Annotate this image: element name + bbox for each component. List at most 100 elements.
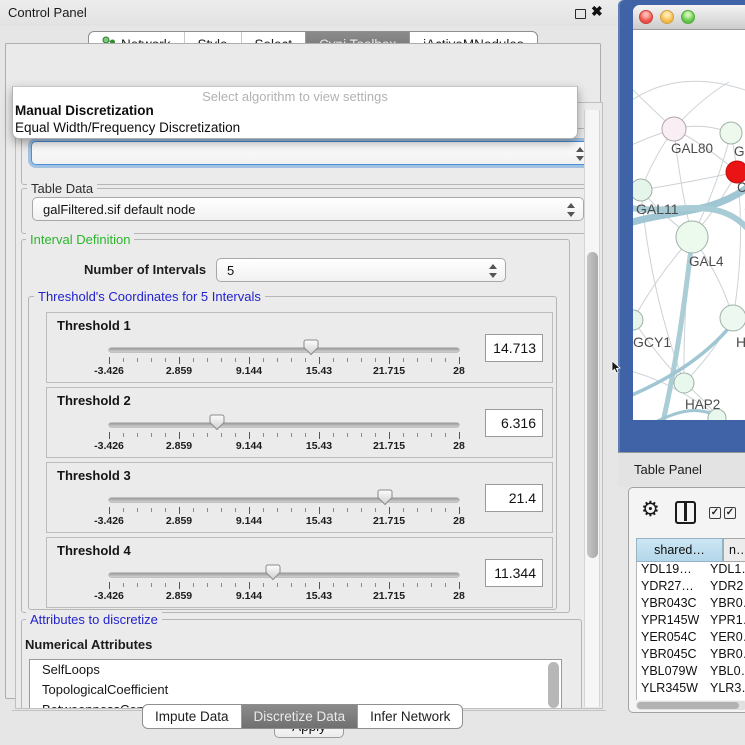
table-row[interactable]: YER054C YER0… (637, 630, 745, 647)
cell-shared-name[interactable]: YBR043C (637, 596, 710, 613)
cell-name[interactable]: YDL1… (710, 562, 745, 579)
table-data-value: galFiltered.sif default node (43, 202, 195, 217)
threshold-coords-groupbox: Threshold's Coordinates for 5 Intervals … (28, 296, 557, 610)
tab-infer-network[interactable]: Infer Network (357, 705, 462, 728)
settings-vertical-scrollbar[interactable] (584, 110, 600, 707)
table-row[interactable]: YDR27… YDR2… (637, 579, 745, 596)
cell-shared-name[interactable]: YER054C (637, 630, 710, 647)
node-label-g-cut: G. (734, 144, 745, 159)
attributes-list-scrollbar[interactable] (548, 662, 559, 708)
node-label-c-cut: C (737, 180, 745, 195)
network-view-window: GAL80 G. C GAL11 GAL4 GCY1 H HAP2 (633, 5, 745, 420)
table-row[interactable]: YBR043C YBR0… (637, 596, 745, 613)
algorithm-combobox[interactable] (31, 141, 593, 165)
cell-name[interactable]: YBR0… (710, 596, 745, 613)
attribute-item[interactable]: TopologicalCoefficient (30, 680, 561, 700)
tick-label: 28 (453, 590, 465, 602)
tab-discretize-data[interactable]: Discretize Data (241, 705, 358, 728)
tick-label: 15.43 (306, 590, 332, 602)
node-gal4[interactable] (676, 221, 708, 253)
tick-label: 21.715 (373, 440, 405, 452)
threshold-panel-2: Threshold 2 -3.4262.8599.14415.4321.7152… (46, 387, 553, 458)
slider-scale: -3.4262.8599.14415.4321.71528 (109, 515, 459, 527)
node-gcy1[interactable] (633, 310, 643, 330)
popup-item-manual-discretization[interactable]: Manual Discretization (15, 103, 154, 118)
table-horizontal-scrollbar[interactable] (636, 701, 745, 710)
screen: Control Panel ✖ Network Style Select Cyn… (0, 0, 745, 745)
table-row[interactable]: YBR045C YBR0… (637, 647, 745, 664)
slider-thumb[interactable] (303, 339, 319, 356)
numerical-attributes-label: Numerical Attributes (25, 637, 152, 652)
cell-shared-name[interactable]: YLR345W (637, 681, 710, 698)
table-body[interactable]: YDL19… YDL1… YDR27… YDR2… YBR043C YBR0… … (636, 562, 745, 700)
num-intervals-value: 5 (227, 263, 234, 278)
table-row[interactable]: YIL052C YIL0… (637, 698, 745, 700)
threshold-2-value-field[interactable]: 6.316 (485, 409, 543, 437)
slider-major-ticks (109, 582, 460, 589)
tick-label: 9.144 (236, 365, 262, 377)
table-row[interactable]: YBL079W YBL0… (637, 664, 745, 681)
network-window-titlebar[interactable] (633, 5, 745, 30)
node-h[interactable] (720, 305, 745, 331)
network-canvas[interactable]: GAL80 G. C GAL11 GAL4 GCY1 H HAP2 (633, 30, 745, 420)
float-window-icon[interactable] (575, 9, 586, 19)
checkbox-icon[interactable]: ✓ (724, 507, 736, 519)
network-graph: GAL80 G. C GAL11 GAL4 GCY1 H HAP2 (633, 30, 745, 420)
cell-name[interactable]: YIL0… (710, 698, 745, 700)
close-traffic-light-icon[interactable] (639, 10, 653, 24)
node-gal80[interactable] (662, 117, 686, 141)
node-gal11[interactable] (633, 179, 652, 201)
table-row[interactable]: YPR145W YPR1… (637, 613, 745, 630)
threshold-1-value-field[interactable]: 14.713 (485, 334, 543, 362)
popup-item-equal-width-frequency[interactable]: Equal Width/Frequency Discretization (15, 120, 240, 135)
cell-name[interactable]: YBR0… (710, 647, 745, 664)
slider-thumb[interactable] (265, 564, 281, 581)
cell-name[interactable]: YDR2… (710, 579, 745, 596)
zoom-traffic-light-icon[interactable] (681, 10, 695, 24)
threshold-2-slider[interactable] (109, 423, 459, 427)
threshold-3-slider[interactable] (109, 498, 459, 502)
node-top-right[interactable] (720, 122, 742, 144)
slider-thumb[interactable] (209, 414, 225, 431)
table-data-groupbox: Table Data galFiltered.sif default node (21, 188, 599, 234)
cell-name[interactable]: YER0… (710, 630, 745, 647)
tab-impute-data[interactable]: Impute Data (143, 705, 241, 728)
interval-group-title: Interval Definition (26, 232, 134, 247)
minimize-traffic-light-icon[interactable] (660, 10, 674, 24)
threshold-4-slider[interactable] (109, 573, 459, 577)
slider-thumb[interactable] (377, 489, 393, 506)
table-row[interactable]: YDL19… YDL1… (637, 562, 745, 579)
tick-label: 2.859 (166, 440, 192, 452)
cell-shared-name[interactable]: YIL052C (637, 698, 710, 700)
scrollbar-thumb[interactable] (637, 702, 739, 709)
column-header-shared-name[interactable]: shared… (636, 538, 723, 562)
gear-icon[interactable]: ⚙ (641, 499, 660, 520)
threshold-3-value-field[interactable]: 21.4 (485, 484, 543, 512)
cell-name[interactable]: YPR1… (710, 613, 745, 630)
close-icon[interactable]: ✖ (591, 3, 603, 20)
column-layout-icon[interactable] (675, 501, 696, 524)
table-row[interactable]: YLR345W YLR3… (637, 681, 745, 698)
cell-shared-name[interactable]: YBR045C (637, 647, 710, 664)
popup-hint: Select algorithm to view settings (13, 89, 577, 104)
threshold-4-value-field[interactable]: 11.344 (485, 559, 543, 587)
cell-name[interactable]: YLR3… (710, 681, 745, 698)
num-intervals-combobox[interactable]: 5 (216, 258, 506, 282)
scrollbar-thumb[interactable] (587, 252, 598, 558)
threshold-1-slider[interactable] (109, 348, 459, 352)
checkbox-icon[interactable]: ✓ (709, 507, 721, 519)
column-header-name[interactable]: n… (723, 538, 745, 562)
node-hap2[interactable] (674, 373, 694, 393)
table-data-combobox[interactable]: galFiltered.sif default node (32, 197, 584, 221)
cell-shared-name[interactable]: YPR145W (637, 613, 710, 630)
cyni-bottom-tabbar: Impute Data Discretize Data Infer Networ… (142, 704, 463, 729)
table-panel-titlebar: Table Panel (618, 452, 745, 487)
cell-name[interactable]: YBL0… (710, 664, 745, 681)
cell-shared-name[interactable]: YDR27… (637, 579, 710, 596)
attribute-item[interactable]: SelfLoops (30, 660, 561, 680)
numerical-attributes-list[interactable]: SelfLoopsTopologicalCoefficientBetweenne… (29, 659, 562, 709)
tick-label: 2.859 (166, 590, 192, 602)
threshold-panel-4: Threshold 4 -3.4262.8599.14415.4321.7152… (46, 537, 553, 608)
cell-shared-name[interactable]: YBL079W (637, 664, 710, 681)
cell-shared-name[interactable]: YDL19… (637, 562, 710, 579)
